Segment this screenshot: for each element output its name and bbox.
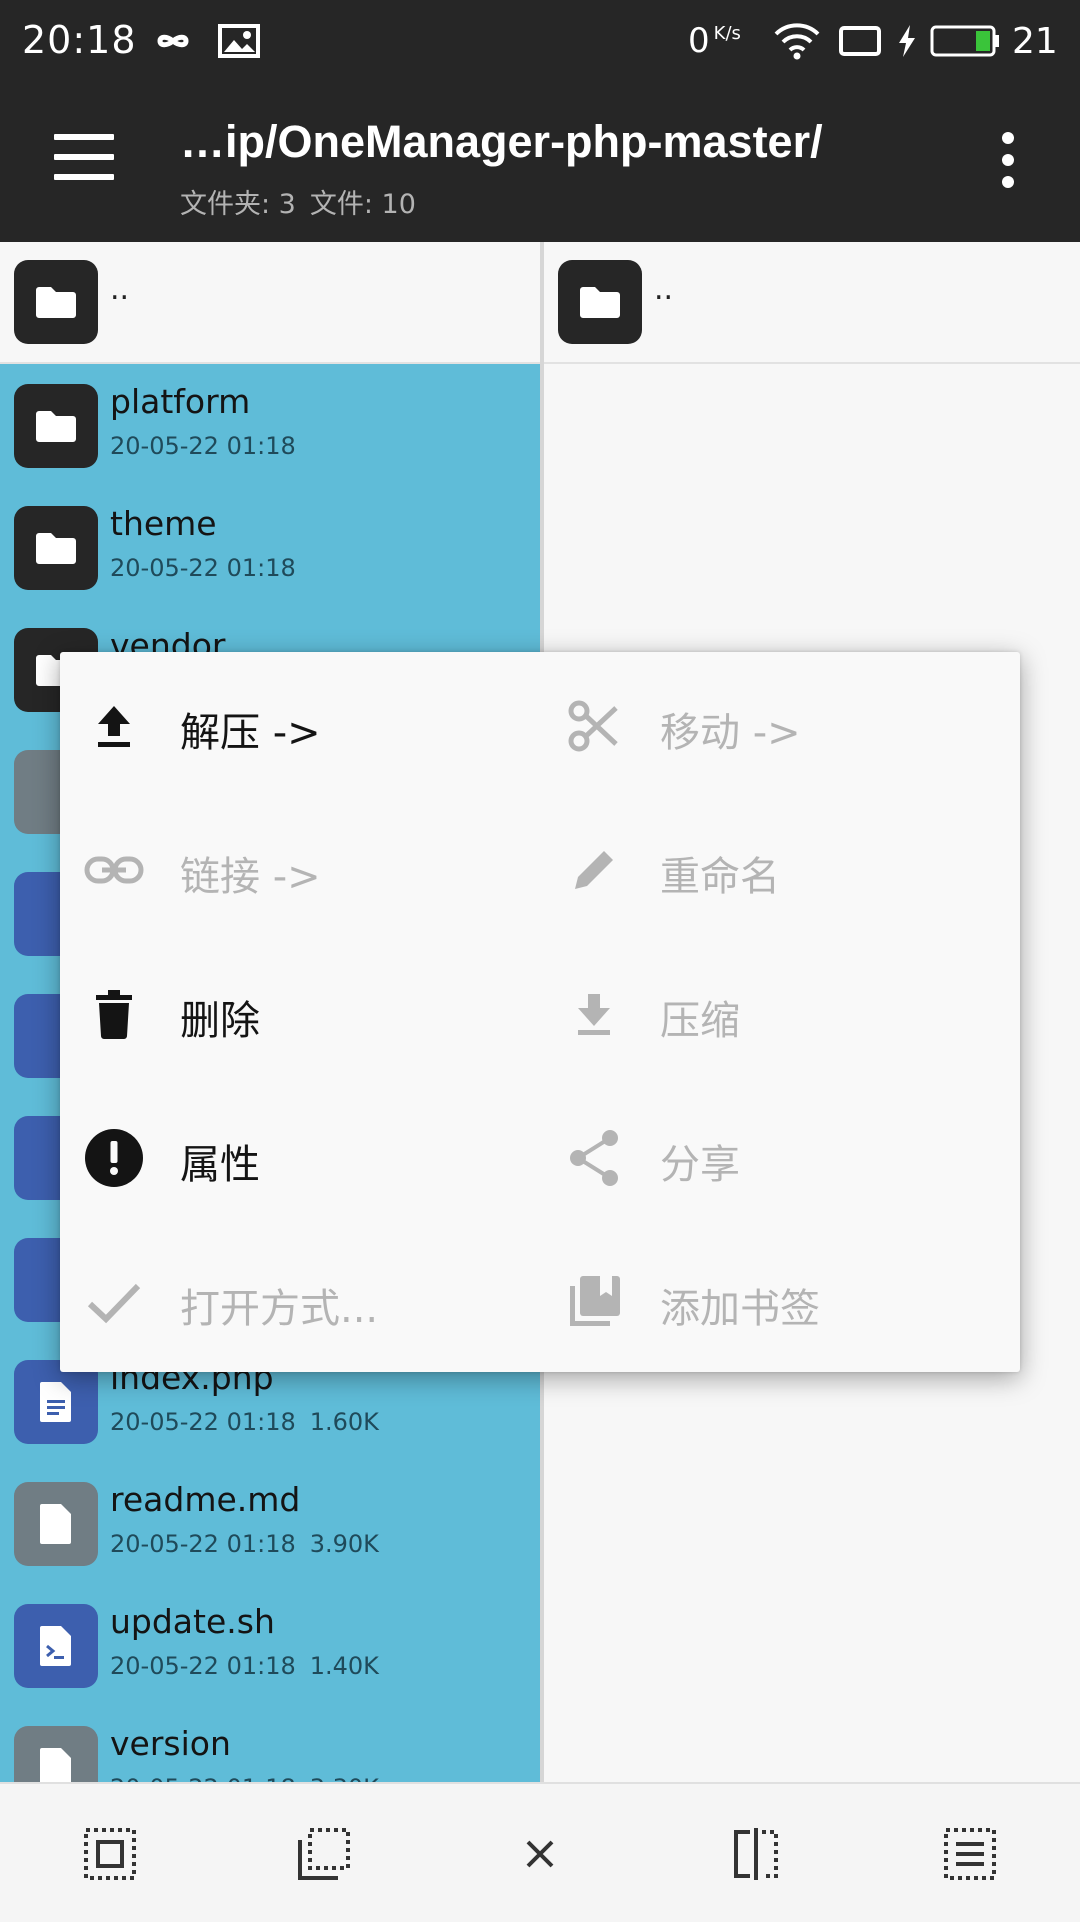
file-icon bbox=[14, 1726, 98, 1782]
split-view-icon[interactable] bbox=[726, 1824, 786, 1884]
file-date: 20-05-22 01:18 bbox=[110, 432, 296, 460]
context-menu: 解压 -> 移动 -> 链接 -> 重命名 删除 压缩 属性 分享 打开方式..… bbox=[60, 652, 1020, 1372]
menu-item-label: 属性 bbox=[180, 1142, 260, 1188]
file-name: update.sh bbox=[110, 1602, 275, 1641]
menu-item-label: 添加书签 bbox=[660, 1286, 820, 1332]
scissors-icon bbox=[564, 696, 624, 756]
menu-item-label: 删除 bbox=[180, 998, 260, 1044]
menu-item-add-bookmark[interactable]: 添加书签 bbox=[540, 1228, 1020, 1372]
folder-icon bbox=[14, 506, 98, 590]
network-speed-unit: K/s bbox=[713, 22, 741, 44]
document-icon bbox=[14, 1360, 98, 1444]
file-name: platform bbox=[110, 382, 251, 421]
folder-count: 文件夹: 3 bbox=[180, 189, 296, 220]
file-meta: 20-05-22 01:18 bbox=[110, 432, 310, 460]
file-date: 20-05-22 01:18 bbox=[110, 1774, 296, 1782]
file-date: 20-05-22 01:18 bbox=[110, 1408, 296, 1436]
network-speed-value: 0 bbox=[688, 21, 710, 61]
file-name: readme.md bbox=[110, 1480, 301, 1519]
menu-item-move[interactable]: 移动 -> bbox=[540, 652, 1020, 796]
file-date: 20-05-22 01:18 bbox=[110, 1530, 296, 1558]
list-select-icon[interactable] bbox=[940, 1824, 1000, 1884]
checkmark-icon bbox=[84, 1272, 144, 1332]
infinity-icon bbox=[148, 14, 198, 68]
status-bar: 20:18 0 K/s 21 bbox=[0, 0, 1080, 82]
menu-item-label: 解压 -> bbox=[180, 710, 321, 756]
share-icon bbox=[564, 1128, 624, 1188]
battery-level: 21 bbox=[1012, 20, 1058, 62]
menu-item-label: 链接 -> bbox=[180, 854, 321, 900]
battery-icon bbox=[930, 14, 1002, 68]
menu-item-compress[interactable]: 压缩 bbox=[540, 940, 1020, 1084]
select-all-icon[interactable] bbox=[80, 1824, 140, 1884]
folder-icon bbox=[14, 384, 98, 468]
file-meta: 20-05-22 01:18 3.90K bbox=[110, 1530, 393, 1558]
file-meta: 20-05-22 01:18 3.30K bbox=[110, 1774, 393, 1782]
menu-item-label: 移动 -> bbox=[660, 710, 801, 756]
bottom-action-bar bbox=[0, 1782, 1080, 1922]
menu-item-label: 分享 bbox=[660, 1142, 740, 1188]
file-name: theme bbox=[110, 504, 217, 543]
select-range-icon[interactable] bbox=[294, 1824, 354, 1884]
wifi-icon bbox=[772, 14, 822, 68]
file-size: 1.40K bbox=[309, 1652, 379, 1680]
folder-icon bbox=[14, 260, 98, 344]
app-toolbar: …ip/OneManager-php-master/ 文件夹: 3 文件: 10 bbox=[0, 82, 1080, 242]
bookmark-icon bbox=[564, 1272, 624, 1332]
menu-item-delete[interactable]: 删除 bbox=[60, 940, 540, 1084]
trash-icon bbox=[84, 984, 144, 1044]
menu-item-label: 压缩 bbox=[660, 998, 740, 1044]
info-alert-icon bbox=[84, 1128, 144, 1188]
file-icon bbox=[14, 1482, 98, 1566]
current-path: …ip/OneManager-php-master/ bbox=[180, 116, 823, 167]
file-size: 1.60K bbox=[309, 1408, 379, 1436]
charging-icon bbox=[896, 14, 918, 68]
close-icon[interactable] bbox=[510, 1824, 570, 1884]
menu-item-link[interactable]: 链接 -> bbox=[60, 796, 540, 940]
parent-directory-row[interactable]: .. bbox=[544, 242, 1080, 364]
menu-item-extract[interactable]: 解压 -> bbox=[60, 652, 540, 796]
file-date: 20-05-22 01:18 bbox=[110, 1652, 296, 1680]
hamburger-menu-icon[interactable] bbox=[54, 134, 114, 190]
file-count: 文件: 10 bbox=[309, 189, 416, 220]
menu-item-label: 打开方式... bbox=[180, 1286, 379, 1332]
parent-directory-label: .. bbox=[110, 272, 130, 307]
more-options-icon[interactable] bbox=[996, 132, 1020, 192]
list-item[interactable]: platform 20-05-22 01:18 bbox=[0, 364, 540, 486]
download-icon bbox=[564, 984, 624, 1044]
menu-item-label: 重命名 bbox=[660, 854, 780, 900]
screen-cast-icon bbox=[838, 14, 882, 68]
folder-icon bbox=[558, 260, 642, 344]
pencil-icon bbox=[564, 840, 624, 900]
terminal-file-icon bbox=[14, 1604, 98, 1688]
network-speed: 0 K/s bbox=[688, 14, 741, 68]
file-meta: 20-05-22 01:18 1.40K bbox=[110, 1652, 393, 1680]
menu-item-open-with[interactable]: 打开方式... bbox=[60, 1228, 540, 1372]
file-meta: 20-05-22 01:18 1.60K bbox=[110, 1408, 393, 1436]
menu-item-properties[interactable]: 属性 bbox=[60, 1084, 540, 1228]
file-date: 20-05-22 01:18 bbox=[110, 554, 296, 582]
list-item[interactable]: update.sh 20-05-22 01:18 1.40K bbox=[0, 1584, 540, 1706]
file-size: 3.90K bbox=[309, 1530, 379, 1558]
parent-directory-label: .. bbox=[654, 272, 674, 307]
link-icon bbox=[84, 840, 144, 900]
parent-directory-row[interactable]: .. bbox=[0, 242, 540, 364]
folder-file-counts: 文件夹: 3 文件: 10 bbox=[180, 182, 430, 221]
file-meta: 20-05-22 01:18 bbox=[110, 554, 310, 582]
upload-icon bbox=[84, 696, 144, 756]
file-size: 3.30K bbox=[310, 1774, 379, 1782]
list-item[interactable]: theme 20-05-22 01:18 bbox=[0, 486, 540, 608]
image-icon bbox=[218, 14, 260, 68]
file-name: version bbox=[110, 1724, 231, 1763]
status-time: 20:18 bbox=[22, 18, 137, 62]
menu-item-share[interactable]: 分享 bbox=[540, 1084, 1020, 1228]
menu-item-rename[interactable]: 重命名 bbox=[540, 796, 1020, 940]
list-item[interactable]: version 20-05-22 01:18 3.30K bbox=[0, 1706, 540, 1782]
list-item[interactable]: readme.md 20-05-22 01:18 3.90K bbox=[0, 1462, 540, 1584]
